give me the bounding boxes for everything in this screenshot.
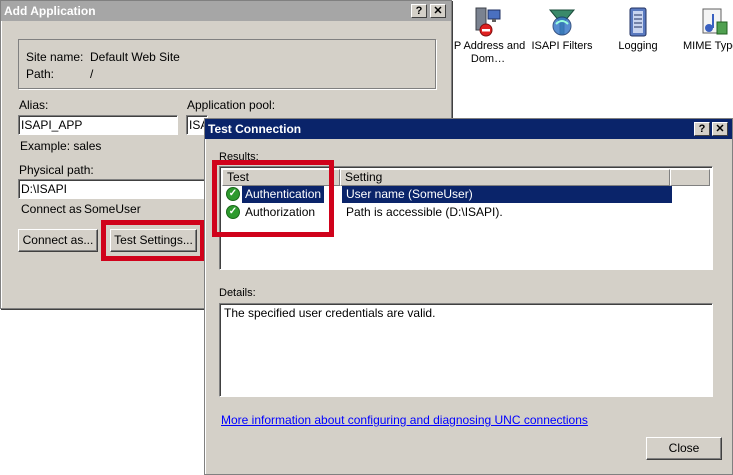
column-header-setting[interactable]: Setting xyxy=(340,169,670,186)
test-column-highlight xyxy=(212,160,334,237)
feature-mime-types[interactable]: MIME Type xyxy=(673,0,733,53)
details-box[interactable]: The specified user credentials are valid… xyxy=(219,303,713,397)
setting-value: User name (SomeUser) xyxy=(342,186,672,203)
details-label: Details: xyxy=(219,287,256,299)
feature-logging[interactable]: Logging xyxy=(598,0,678,53)
physical-path-input[interactable]: D:\ISAPI xyxy=(18,179,208,199)
dialog-title: Add Application xyxy=(4,4,96,18)
site-info-group xyxy=(18,39,436,89)
column-header-spacer xyxy=(670,169,710,186)
ip-address-icon xyxy=(472,6,504,38)
feature-label: MIME Type xyxy=(683,40,733,52)
setting-value: Path is accessible (D:\ISAPI). xyxy=(346,205,503,219)
path-label: Path: xyxy=(26,67,55,81)
mime-types-icon xyxy=(697,6,729,38)
application-pool-label: Application pool: xyxy=(187,98,276,112)
help-button[interactable]: ? xyxy=(411,4,427,18)
details-text: The specified user credentials are valid… xyxy=(224,306,436,320)
logging-icon xyxy=(622,6,654,38)
feature-label: ISAPI Filters xyxy=(531,40,593,52)
feature-ip-address[interactable]: IP Address and Dom… xyxy=(448,0,528,66)
alias-input[interactable]: ISAPI_APP xyxy=(18,115,178,135)
help-button[interactable]: ? xyxy=(694,122,710,136)
close-button[interactable]: ✕ xyxy=(712,122,728,136)
test-connection-titlebar[interactable]: Test Connection xyxy=(205,119,732,139)
test-settings-highlight xyxy=(101,220,205,261)
example-text: Example: sales xyxy=(20,139,102,153)
path-value: / xyxy=(90,67,94,81)
alias-label: Alias: xyxy=(19,98,49,112)
isapi-filters-icon xyxy=(546,6,578,38)
unc-help-link[interactable]: More information about configuring and d… xyxy=(221,413,588,427)
physical-path-label: Physical path: xyxy=(19,163,94,177)
close-button[interactable]: ✕ xyxy=(430,4,446,18)
connect-as-user: SomeUser xyxy=(84,202,141,216)
feature-label: Logging xyxy=(618,40,658,52)
connect-as-button[interactable]: Connect as... xyxy=(18,229,98,252)
connect-as-label: Connect as xyxy=(21,202,82,216)
feature-label: IP Address and Dom… xyxy=(450,40,526,65)
site-name-label: Site name: xyxy=(26,50,84,64)
add-application-titlebar[interactable]: Add Application xyxy=(1,1,451,21)
close-dialog-button[interactable]: Close xyxy=(646,437,722,460)
dialog-title: Test Connection xyxy=(208,122,302,136)
site-name-value: Default Web Site xyxy=(90,50,180,64)
feature-isapi-filters[interactable]: ISAPI Filters xyxy=(522,0,602,53)
